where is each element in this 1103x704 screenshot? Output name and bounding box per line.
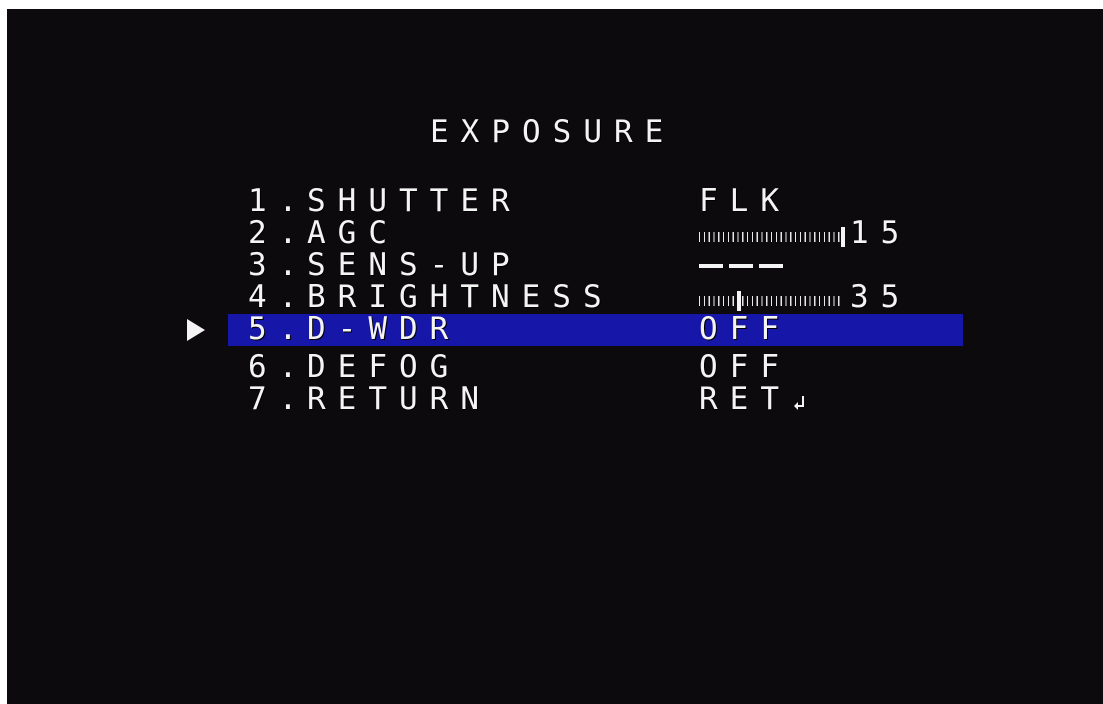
item-number: 7. [248, 381, 310, 417]
agc-level-bar[interactable] [699, 232, 843, 242]
item-label: SHUTTER [307, 183, 522, 219]
osd-screen: EXPOSURE 1. SHUTTER FLK 2. AGC 15 3. SEN… [7, 9, 1103, 704]
agc-level-knob[interactable] [841, 227, 845, 247]
item-label: RETURN [307, 381, 491, 417]
item-value: OFF [699, 349, 791, 385]
brightness-level-value: 35 [850, 279, 912, 315]
item-label: BRIGHTNESS [307, 279, 614, 315]
item-label: DEFOG [307, 349, 461, 385]
menu-item-defog[interactable]: 6. DEFOG OFF [7, 349, 1103, 385]
item-value: RET [699, 381, 791, 417]
item-value: OFF [699, 311, 791, 347]
brightness-level-knob[interactable] [737, 291, 742, 311]
dash-segment [729, 264, 753, 268]
menu-item-d-wdr[interactable]: 5. D-WDR OFF [7, 311, 1103, 347]
item-label: AGC [307, 215, 399, 251]
return-arrow-icon [794, 396, 804, 410]
item-number: 4. [248, 279, 310, 315]
item-number: 3. [248, 247, 310, 283]
item-number: 6. [248, 349, 310, 385]
dash-segment [699, 264, 723, 268]
menu-item-agc[interactable]: 2. AGC 15 [7, 215, 1103, 251]
menu-item-shutter[interactable]: 1. SHUTTER FLK [7, 183, 1103, 219]
menu-item-sens-up[interactable]: 3. SENS-UP --- [7, 247, 1103, 283]
brightness-level-bar[interactable] [699, 296, 843, 306]
dash-segment [759, 264, 783, 268]
item-label: SENS-UP [307, 247, 522, 283]
menu-title: EXPOSURE [430, 114, 676, 150]
item-number: 2. [248, 215, 310, 251]
item-number: 1. [248, 183, 310, 219]
menu-item-brightness[interactable]: 4. BRIGHTNESS 35 [7, 279, 1103, 315]
item-number: 5. [248, 311, 310, 347]
item-label: D-WDR [307, 311, 461, 347]
agc-level-value: 15 [850, 215, 912, 251]
pointer-triangle-icon [187, 319, 205, 341]
item-value: FLK [699, 183, 791, 219]
menu-item-return[interactable]: 7. RETURN RET [7, 381, 1103, 417]
